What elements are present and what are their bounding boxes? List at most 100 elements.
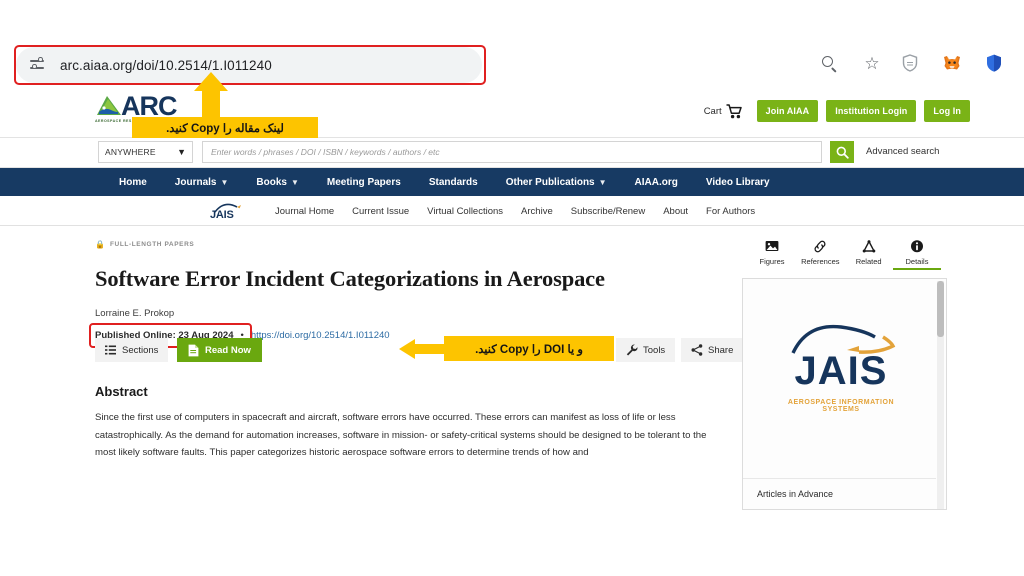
- nav-item-video-library[interactable]: Video Library: [692, 177, 784, 188]
- tools-button[interactable]: Tools: [616, 338, 676, 362]
- arc-logo-mark: [97, 96, 121, 115]
- journal-nav-about[interactable]: About: [663, 206, 688, 217]
- nav-label: AIAA.org: [634, 176, 678, 188]
- abstract-text: Since the first use of computers in spac…: [95, 412, 707, 459]
- rail-scrollbar[interactable]: [937, 281, 944, 509]
- nav-label: Journals: [174, 176, 217, 188]
- rail-tab-references[interactable]: References: [796, 240, 844, 270]
- shopping-cart-icon: [726, 103, 742, 118]
- nav-item-home[interactable]: Home: [105, 177, 161, 188]
- nav-item-meeting-papers[interactable]: Meeting Papers: [313, 177, 415, 188]
- annotation-arrow-left-head: [399, 339, 415, 359]
- institution-login-button[interactable]: Institution Login: [826, 100, 917, 122]
- rail-tabs: Figures References Related Details: [742, 240, 947, 270]
- bookmark-star-icon[interactable]: ☆: [862, 54, 882, 74]
- read-now-label: Read Now: [205, 344, 251, 356]
- article-type-line: 🔒 FULL-LENGTH PAPERS: [95, 240, 720, 249]
- metamask-fox-icon[interactable]: [942, 53, 962, 73]
- rail-tab-details[interactable]: Details: [892, 240, 941, 270]
- join-aiaa-button[interactable]: Join AIAA: [756, 100, 819, 122]
- nav-item-journals[interactable]: Journals ▼: [161, 177, 243, 188]
- journal-nav-subscribe-renew[interactable]: Subscribe/Renew: [571, 206, 645, 217]
- journal-nav-items: Journal Home Current Issue Virtual Colle…: [275, 196, 755, 226]
- wrench-icon: [626, 344, 638, 356]
- rail-tab-label: References: [801, 257, 840, 266]
- annotation-arrow-up-stem: [202, 90, 220, 120]
- log-in-button[interactable]: Log In: [924, 100, 970, 122]
- nav-label: Standards: [428, 176, 478, 188]
- rail-tab-figures[interactable]: Figures: [748, 240, 796, 270]
- share-label: Share: [708, 344, 734, 356]
- nav-item-other-publications[interactable]: Other Publications ▼: [492, 177, 621, 188]
- network-triangle-icon: [862, 240, 875, 253]
- search-submit-button[interactable]: [830, 141, 854, 163]
- nav-label: Books: [256, 176, 287, 188]
- document-icon: [188, 344, 199, 356]
- search-placeholder: Enter words / phrases / DOI / ISBN / key…: [211, 147, 440, 157]
- jais-small-logo[interactable]: JAIS: [210, 200, 252, 222]
- nav-label: Other Publications: [505, 176, 595, 188]
- address-bar[interactable]: arc.aiaa.org/doi/10.2514/1.I011240: [16, 47, 482, 83]
- journal-nav-journal-home[interactable]: Journal Home: [275, 206, 334, 217]
- shield-extension-icon[interactable]: [900, 53, 920, 73]
- omnibox-actions: ☆: [820, 54, 882, 74]
- article-body: 🔒 FULL-LENGTH PAPERS Software Error Inci…: [0, 226, 1024, 576]
- jais-cover-subtitle: AEROSPACE INFORMATION SYSTEMS: [787, 399, 895, 413]
- nav-item-standards[interactable]: Standards: [415, 177, 492, 188]
- address-bar-inner[interactable]: arc.aiaa.org/doi/10.2514/1.I011240: [16, 47, 482, 83]
- read-now-button[interactable]: Read Now: [177, 338, 262, 362]
- sections-button[interactable]: Sections: [95, 338, 169, 362]
- share-button[interactable]: Share: [681, 338, 744, 362]
- lock-icon: 🔒: [95, 240, 105, 249]
- nav-item-books[interactable]: Books ▼: [242, 177, 312, 188]
- annotation-arrow-up-head: [194, 72, 228, 91]
- abstract-heading: Abstract: [95, 384, 148, 399]
- rail-scrollbar-thumb[interactable]: [937, 281, 944, 337]
- search-input[interactable]: Enter words / phrases / DOI / ISBN / key…: [202, 141, 822, 163]
- tools-label: Tools: [643, 344, 666, 356]
- journal-navigation: JAIS Journal Home Current Issue Virtual …: [0, 196, 1024, 226]
- jais-cover-word: JAIS: [794, 349, 888, 393]
- sections-label: Sections: [122, 344, 159, 356]
- cart-label: Cart: [703, 105, 722, 117]
- jais-cover-logo: JAIS AEROSPACE INFORMATION SYSTEMS: [771, 324, 911, 419]
- article-header-column: 🔒 FULL-LENGTH PAPERS Software Error Inci…: [89, 240, 720, 348]
- journal-cover-panel: JAIS AEROSPACE INFORMATION SYSTEMS Artic…: [742, 278, 947, 510]
- journal-nav-current-issue[interactable]: Current Issue: [352, 206, 409, 217]
- rail-tab-label: Related: [855, 257, 882, 266]
- rail-divider: [743, 478, 936, 479]
- share-icon: [691, 344, 703, 356]
- advanced-search-link[interactable]: Advanced search: [866, 146, 939, 157]
- rail-tab-label: Figures: [759, 257, 785, 266]
- search-icon: [836, 146, 849, 159]
- extension-icons: [900, 53, 1004, 73]
- link-icon: [814, 240, 826, 253]
- annotation-arrow-left-stem: [414, 344, 446, 354]
- journal-nav-for-authors[interactable]: For Authors: [706, 206, 755, 217]
- nav-label: Meeting Papers: [326, 176, 401, 188]
- journal-nav-virtual-collections[interactable]: Virtual Collections: [427, 206, 503, 217]
- main-navigation: Home Journals ▼ Books ▼ Meeting Papers S…: [0, 168, 1024, 196]
- article-authors[interactable]: Lorraine E. Prokop: [95, 308, 720, 319]
- browser-toolbar: arc.aiaa.org/doi/10.2514/1.I011240 ☆: [0, 36, 1024, 94]
- site-settings-icon[interactable]: [30, 56, 48, 74]
- rail-tab-related[interactable]: Related: [845, 240, 893, 270]
- nav-item-aiaa-org[interactable]: AIAA.org: [621, 177, 692, 188]
- rail-caption: Articles in Advance: [757, 489, 834, 499]
- search-scope-select[interactable]: ANYWHERE ▼: [98, 141, 193, 163]
- info-icon: [910, 240, 923, 253]
- wallet-shield-icon[interactable]: [984, 53, 1004, 73]
- annotation-callout-copy-link: لینک مقاله را Copy کنید.: [132, 117, 318, 138]
- cart-link[interactable]: Cart: [703, 103, 743, 119]
- search-icon[interactable]: [820, 54, 840, 74]
- webpage-viewport: ARC AEROSPACE RESEARCH CENTRAL Cart Join…: [0, 94, 1024, 576]
- rail-tab-label: Details: [905, 257, 929, 266]
- image-icon: [765, 241, 779, 251]
- article-type-label: FULL-LENGTH PAPERS: [109, 241, 195, 248]
- nav-label: Video Library: [705, 176, 770, 188]
- article-title: Software Error Incident Categorizations …: [95, 266, 605, 291]
- chevron-down-icon: ▼: [220, 177, 229, 187]
- journal-nav-archive[interactable]: Archive: [521, 206, 553, 217]
- chevron-down-icon: ▼: [598, 177, 607, 187]
- url-text: arc.aiaa.org/doi/10.2514/1.I011240: [60, 57, 272, 73]
